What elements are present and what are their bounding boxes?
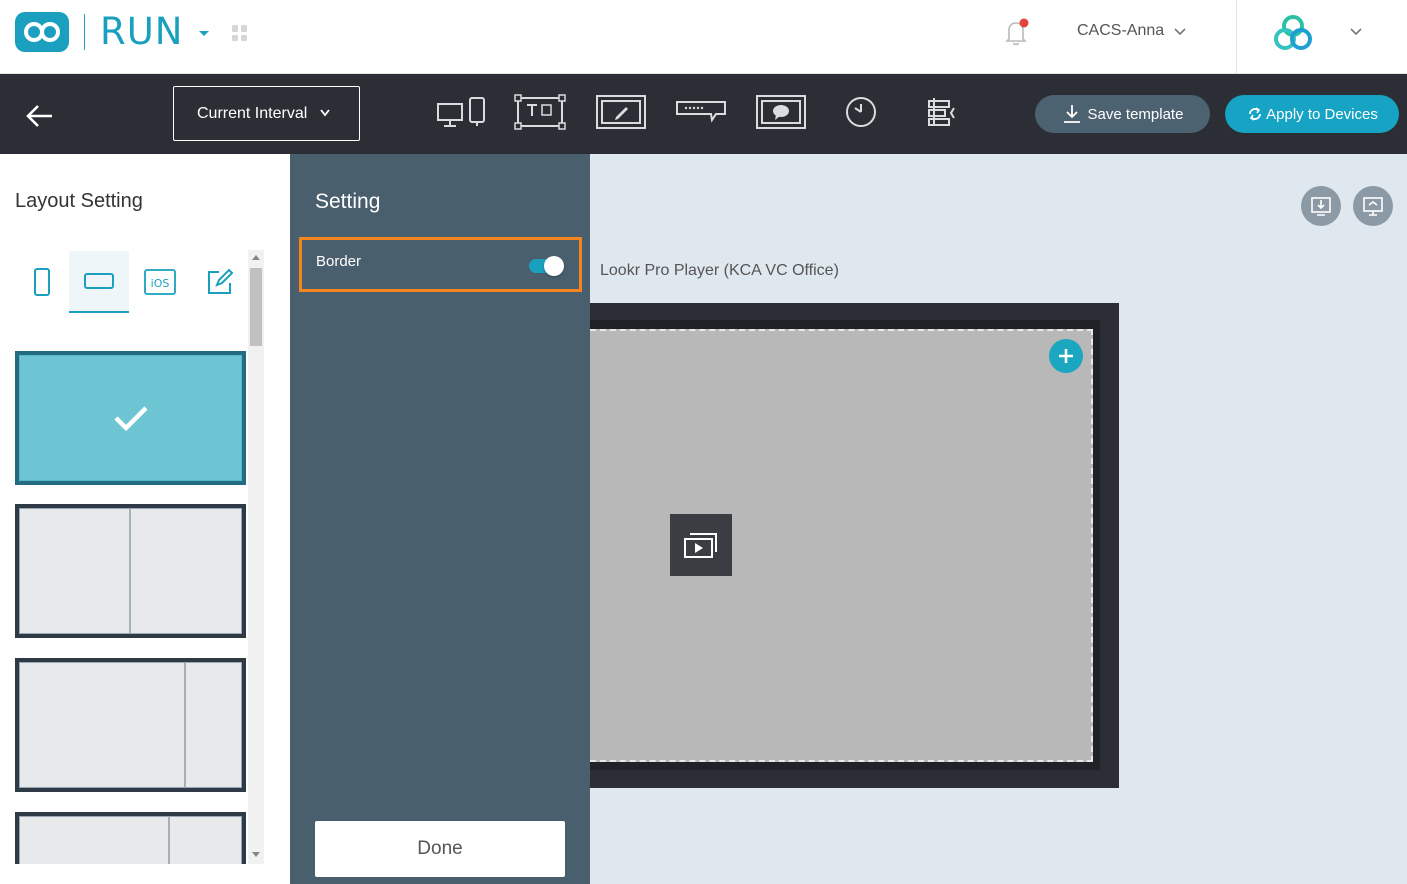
message-widget-icon[interactable] xyxy=(756,94,806,135)
preview-screen-icon[interactable] xyxy=(1353,186,1393,226)
editor-toolbar: Current Interval Save template Apply to … xyxy=(0,74,1407,154)
setting-panel: Setting Border Done xyxy=(290,154,590,884)
ios-icon: iOS xyxy=(144,269,176,295)
scroll-up-arrow-icon[interactable] xyxy=(252,255,260,260)
apps-grid-icon[interactable] xyxy=(232,25,248,41)
scrollbar-thumb[interactable] xyxy=(250,268,262,346)
device-name: Lookr Pro Player (KCA VC Office) xyxy=(600,262,839,279)
setting-title: Setting xyxy=(315,190,381,213)
landscape-tab[interactable] xyxy=(69,251,129,313)
apply-to-devices-button[interactable]: Apply to Devices xyxy=(1225,95,1399,133)
back-arrow-icon[interactable] xyxy=(24,102,56,135)
portrait-icon xyxy=(34,268,50,296)
interval-label: Current Interval xyxy=(197,104,308,122)
layout-setting-title: Layout Setting xyxy=(15,190,143,212)
chevron-down-icon xyxy=(319,105,331,123)
edit-square-icon xyxy=(208,268,234,294)
layout-option-split-half[interactable] xyxy=(15,504,246,638)
organization-logo-icon[interactable] xyxy=(1268,12,1320,56)
clock-widget-icon[interactable] xyxy=(842,94,880,135)
add-content-plus-icon[interactable] xyxy=(1049,339,1083,373)
app-logo[interactable] xyxy=(15,12,69,52)
portrait-tab[interactable] xyxy=(12,251,72,313)
interval-dropdown[interactable]: Current Interval xyxy=(173,86,360,141)
user-name[interactable]: CACS-Anna xyxy=(1077,22,1164,40)
edit-widget-icon[interactable] xyxy=(596,94,646,135)
ticker-widget-icon[interactable] xyxy=(676,94,726,135)
layout-cell xyxy=(130,509,241,633)
apply-to-devices-label: Apply to Devices xyxy=(1266,105,1378,123)
checkmark-icon xyxy=(113,406,148,432)
layout-option-split-partial[interactable] xyxy=(15,812,246,864)
layout-cell xyxy=(170,817,241,864)
toggle-knob xyxy=(544,256,564,276)
header-divider xyxy=(1236,0,1237,74)
border-setting-row: Border xyxy=(299,237,582,292)
sync-icon xyxy=(1249,107,1262,121)
layout-option-split-three-quarter[interactable] xyxy=(15,658,246,792)
text-qr-widget-icon[interactable] xyxy=(514,94,566,135)
layout-cell xyxy=(185,663,241,787)
border-toggle[interactable] xyxy=(529,256,564,276)
layout-cell xyxy=(20,509,131,633)
layout-cell xyxy=(20,663,186,787)
layout-cell xyxy=(20,817,171,864)
save-template-button[interactable]: Save template xyxy=(1035,95,1210,133)
custom-edit-tab[interactable] xyxy=(190,251,250,313)
layout-setting-panel: Layout Setting iOS xyxy=(0,154,290,884)
brand-name[interactable]: RUN xyxy=(100,10,183,53)
import-icon[interactable] xyxy=(1301,186,1341,226)
svg-text:iOS: iOS xyxy=(151,277,170,290)
scroll-down-arrow-icon[interactable] xyxy=(252,852,260,857)
top-bar: RUN CACS-Anna xyxy=(0,0,1407,74)
border-label: Border xyxy=(316,253,362,270)
save-template-label: Save template xyxy=(1087,105,1184,123)
notification-bell-icon[interactable] xyxy=(1000,16,1032,48)
layer-align-icon[interactable] xyxy=(924,94,960,135)
layout-option-full[interactable] xyxy=(15,351,246,485)
ios-tab[interactable]: iOS xyxy=(130,251,190,313)
layout-zone[interactable] xyxy=(590,329,1093,762)
done-button[interactable]: Done xyxy=(315,821,565,877)
preview-canvas: Lookr Pro Player (KCA VC Office) xyxy=(590,154,1407,884)
user-menu-chevron-icon[interactable] xyxy=(1172,24,1188,45)
media-playlist-icon[interactable] xyxy=(670,514,732,576)
landscape-icon xyxy=(84,273,114,289)
device-toggle-icon[interactable] xyxy=(436,94,488,135)
download-icon xyxy=(1063,105,1080,123)
brand-caret-icon[interactable] xyxy=(199,31,209,36)
logo-divider xyxy=(84,14,85,50)
org-menu-chevron-icon[interactable] xyxy=(1348,24,1364,45)
